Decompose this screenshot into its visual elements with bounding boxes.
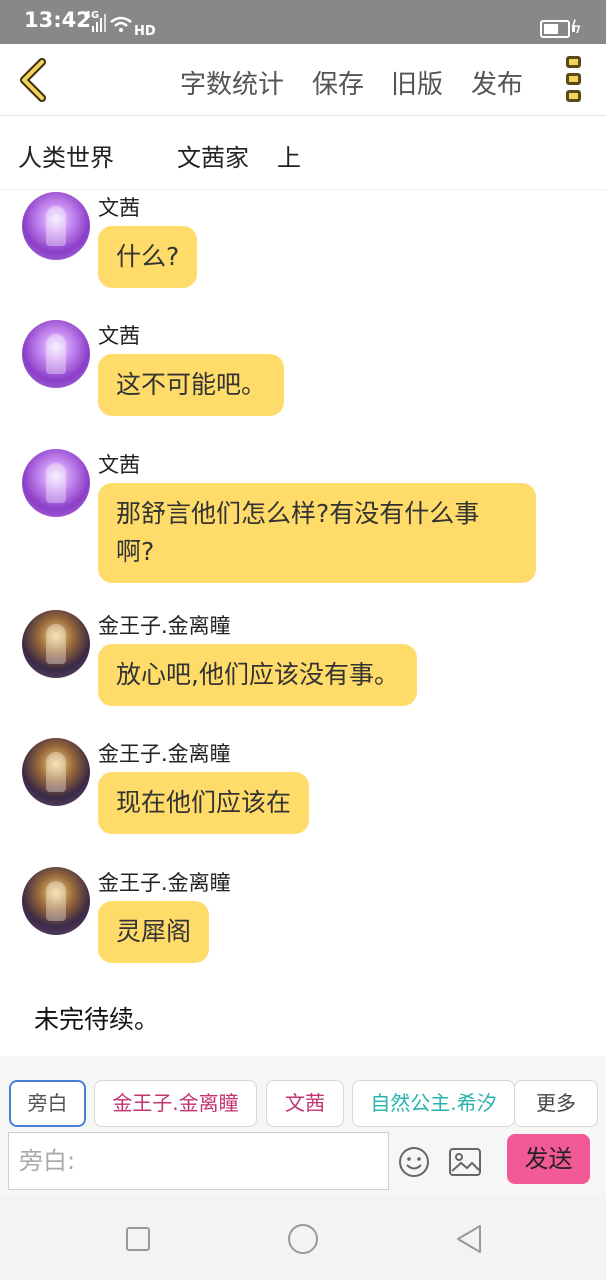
sender-name: 文茜 (98, 453, 140, 477)
status-bar: 13:42 4G HD ϟ (0, 0, 606, 44)
message-bubble[interactable]: 那舒言他们怎么样?有没有什么事 啊? (98, 483, 536, 583)
character-chip-jin[interactable]: 金王子.金离瞳 (94, 1080, 257, 1127)
sender-name: 金王子.金离瞳 (98, 742, 231, 766)
old-version-button[interactable]: 旧版 (391, 64, 443, 101)
avatar[interactable] (22, 192, 90, 260)
character-chip-narrator[interactable]: 旁白 (9, 1080, 86, 1127)
world-label: 人类世界 (18, 144, 114, 172)
avatar[interactable] (22, 738, 90, 806)
avatar[interactable] (22, 610, 90, 678)
more-characters-button[interactable]: 更多 (514, 1080, 598, 1127)
home-icon[interactable] (286, 1222, 320, 1256)
system-nav-bar (0, 1198, 606, 1280)
sender-name: 文茜 (98, 324, 140, 348)
charging-icon: ϟ (570, 17, 582, 38)
message-input-box (8, 1132, 389, 1190)
character-chip-xixi[interactable]: 自然公主.希汐 (352, 1080, 515, 1127)
message-line: 啊? (116, 537, 155, 566)
more-menu-icon[interactable] (566, 56, 582, 104)
top-toolbar: 字数统计 保存 旧版 发布 (0, 44, 606, 116)
avatar[interactable] (22, 449, 90, 517)
battery-icon (540, 20, 570, 38)
image-icon[interactable] (448, 1146, 482, 1178)
emoji-icon[interactable] (398, 1146, 430, 1178)
narration-text[interactable]: 未完待续。 (34, 1000, 159, 1036)
message-bubble[interactable]: 现在他们应该在 (98, 772, 310, 834)
composer-panel: 旁白 金王子.金离瞳 文茜 自然公主.希汐 更多 发送 (0, 1056, 606, 1198)
message-input[interactable] (9, 1133, 388, 1189)
position-label: 上 (277, 144, 301, 172)
sender-name: 文茜 (98, 196, 140, 220)
author-label: 文茜家 (177, 144, 249, 172)
save-button[interactable]: 保存 (312, 64, 364, 101)
story-info-row: 人类世界 文茜家 上 (0, 116, 606, 190)
chat-area: 文茜 什么? 文茜 这不可能吧。 文茜 那舒言他们怎么样?有没有什么事 啊? 金… (0, 190, 606, 1056)
message-bubble[interactable]: 什么? (98, 226, 198, 288)
message-bubble[interactable]: 灵犀阁 (98, 901, 210, 963)
back-icon[interactable] (14, 56, 54, 104)
avatar[interactable] (22, 320, 90, 388)
status-time: 13:42 (24, 8, 91, 32)
wifi-icon (110, 16, 132, 32)
hd-icon: HD (134, 24, 156, 39)
recent-apps-icon[interactable] (121, 1222, 155, 1256)
send-button[interactable]: 发送 (507, 1134, 590, 1184)
back-nav-icon[interactable] (452, 1222, 486, 1256)
signal-icon (92, 14, 106, 32)
message-line: 那舒言他们怎么样?有没有什么事 (116, 499, 480, 528)
sender-name: 金王子.金离瞳 (98, 871, 231, 895)
word-count-button[interactable]: 字数统计 (180, 64, 284, 101)
message-bubble[interactable]: 这不可能吧。 (98, 354, 285, 416)
message-bubble[interactable]: 放心吧,他们应该没有事。 (98, 644, 417, 706)
publish-button[interactable]: 发布 (471, 64, 523, 101)
avatar[interactable] (22, 867, 90, 935)
sender-name: 金王子.金离瞳 (98, 614, 231, 638)
character-chip-wenxi[interactable]: 文茜 (266, 1080, 344, 1127)
